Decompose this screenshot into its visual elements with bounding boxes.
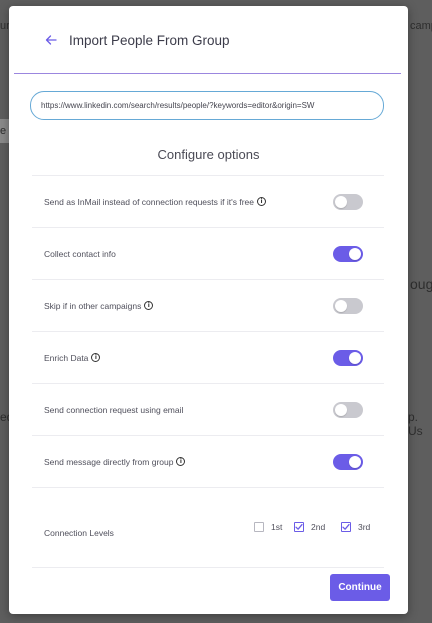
option-text: Send connection request using email xyxy=(44,404,184,415)
toggle-knob xyxy=(335,403,347,416)
option-toggle[interactable] xyxy=(333,193,363,210)
option-row: Send message directly from group i xyxy=(32,436,384,488)
option-toggle[interactable] xyxy=(333,349,363,366)
group-url-input[interactable] xyxy=(30,91,384,120)
option-toggle[interactable] xyxy=(333,245,363,262)
option-row: Enrich Data i xyxy=(32,332,384,384)
info-icon[interactable]: i xyxy=(144,301,154,310)
checkmark-icon xyxy=(342,523,350,530)
option-text: Collect contact info xyxy=(44,248,116,259)
option-toggle[interactable] xyxy=(333,401,363,418)
checkbox-unchecked[interactable] xyxy=(254,522,264,532)
background-text: p. Us xyxy=(408,410,423,438)
connection-levels-label: Connection Levels xyxy=(44,528,114,538)
checkmark-icon xyxy=(295,523,303,530)
header-divider xyxy=(14,73,401,74)
option-label: Skip if in other campaigns i xyxy=(44,300,154,311)
background-text: e xyxy=(0,125,7,137)
arrow-left-icon[interactable] xyxy=(45,33,59,47)
option-row: Collect contact info xyxy=(32,228,384,280)
toggle-knob xyxy=(349,455,361,468)
option-label: Enrich Data i xyxy=(44,352,101,363)
connection-levels-row: Connection Levels 1st 2nd 3rd xyxy=(32,498,384,568)
toggle-knob xyxy=(349,247,361,260)
option-label: Send connection request using email xyxy=(44,405,183,415)
import-people-modal: Import People From Group Configure optio… xyxy=(9,6,408,614)
option-row: Skip if in other campaigns i xyxy=(32,280,384,332)
section-title: Configure options xyxy=(157,147,260,162)
option-label: Collect contact info xyxy=(44,249,116,259)
option-toggle[interactable] xyxy=(333,453,363,470)
info-icon[interactable]: i xyxy=(91,353,101,362)
info-icon[interactable]: i xyxy=(257,197,266,206)
continue-button[interactable]: Continue xyxy=(330,574,390,601)
checkbox-checked[interactable] xyxy=(341,522,351,532)
option-text: Skip if in other campaigns xyxy=(44,300,142,311)
connection-level-option[interactable]: 2nd xyxy=(294,522,325,532)
option-row: Send connection request using email xyxy=(32,384,384,436)
option-label: Send message directly from group i xyxy=(44,456,186,467)
option-label: Send as InMail instead of connection req… xyxy=(44,197,266,207)
toggle-knob xyxy=(349,351,361,364)
option-row: Send as InMail instead of connection req… xyxy=(32,176,384,228)
connection-level-label: 1st xyxy=(271,522,283,532)
option-toggle[interactable] xyxy=(333,297,363,314)
option-text: Send message directly from group xyxy=(44,456,174,467)
toggle-knob xyxy=(335,195,347,208)
info-icon[interactable]: i xyxy=(176,457,186,466)
checkbox-checked[interactable] xyxy=(294,522,304,532)
connection-level-option[interactable]: 3rd xyxy=(341,522,370,532)
background-text: ough xyxy=(410,276,432,292)
connection-level-option[interactable]: 1st xyxy=(254,522,282,532)
background-text: campa xyxy=(410,20,432,32)
connection-level-label: 2nd xyxy=(311,522,326,532)
option-text: Enrich Data xyxy=(44,352,89,363)
option-text: Send as InMail instead of connection req… xyxy=(44,196,254,207)
toggle-knob xyxy=(335,299,347,312)
modal-header: Import People From Group xyxy=(9,6,408,74)
connection-level-label: 3rd xyxy=(358,522,371,532)
modal-title: Import People From Group xyxy=(69,32,230,48)
